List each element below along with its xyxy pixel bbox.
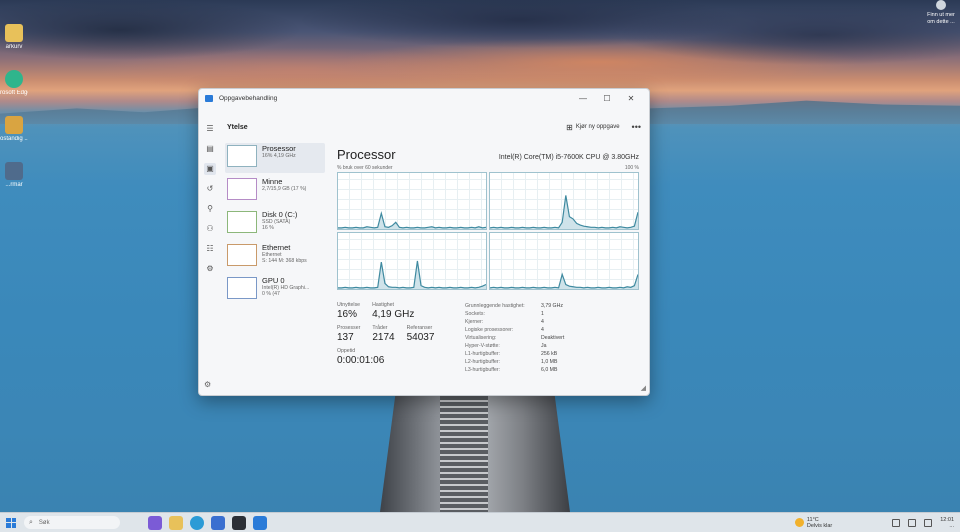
disk-thumbnail [227, 211, 257, 233]
cpu-core-graphs [337, 172, 639, 290]
spec-row: Grunnleggende hastighet: 3,79 GHz [465, 303, 563, 309]
search-icon: ⌕ [29, 518, 33, 526]
menu-icon[interactable]: ☰ [204, 123, 216, 135]
spec-row: L1-hurtigbuffer: 256 kB [465, 351, 558, 357]
resource-item-cpu[interactable]: Prosessor 16% 4,19 GHz [225, 143, 325, 173]
core-graph [489, 172, 639, 230]
toolbar: Ytelse ⊞ Kjør ny oppgave ••• [225, 119, 649, 135]
handles-stat: Referanser 54037 [406, 325, 435, 343]
edge-icon[interactable] [190, 515, 204, 530]
settings-icon[interactable]: ⚙ [204, 380, 211, 389]
desktop-icon-edge[interactable]: rosoft Edge [0, 70, 28, 110]
spec-row: Hyper-V-støtte: Ja [465, 343, 547, 349]
cpu-model: Intel(R) Core(TM) i5-7600K CPU @ 3.80GHz [498, 154, 639, 161]
resize-grip[interactable]: ◢ [641, 384, 646, 392]
notification-icon[interactable] [924, 518, 933, 527]
ethernet-thumbnail [227, 244, 257, 266]
services-icon[interactable]: ⚙ [204, 263, 216, 275]
processes-stat: Prosesser 137 [337, 325, 361, 343]
info-icon [936, 0, 946, 10]
resource-item-ethernet[interactable]: Ethernet Ethernet S: 144 M: 368 kbps [225, 242, 325, 272]
processor-panel: Processor Intel(R) Core(TM) i5-7600K CPU… [337, 147, 639, 387]
core-usage-area [338, 213, 486, 229]
folder-icon [5, 24, 23, 42]
utilization-stat: Utnyttelse 16% [337, 302, 361, 320]
resource-item-memory[interactable]: Minne 2,7/15,9 GB (17 %) [225, 176, 325, 206]
more-options-button[interactable]: ••• [632, 122, 641, 132]
task-manager-icon[interactable] [253, 515, 267, 530]
learn-more-widget[interactable]: Finn ut mer om dette ... [924, 0, 958, 26]
copilot-icon[interactable] [148, 515, 162, 530]
file-explorer-icon[interactable] [169, 515, 183, 530]
core-usage-line [338, 261, 486, 288]
new-task-icon: ⊞ [566, 122, 573, 132]
app-history-icon[interactable]: ↺ [204, 183, 216, 195]
desktop-icons: arkurv rosoft Edge ostandig ... ...rmar [0, 24, 28, 208]
core-graph [337, 232, 487, 290]
graph-axis-label: % bruk over 60 sekunder [337, 165, 393, 171]
graph-axis-max: 100 % [624, 165, 639, 171]
spec-row: Kjerner: 4 [465, 319, 544, 325]
run-new-task-button[interactable]: ⊞ Kjør ny oppgave [566, 123, 619, 132]
processes-icon[interactable]: ▤ [204, 143, 216, 155]
close-button[interactable]: ✕ [619, 94, 643, 103]
edge-icon [5, 70, 23, 88]
sun-icon [794, 518, 804, 527]
desktop-icon-app[interactable]: ostandig ... [0, 116, 28, 156]
threads-stat: Tråder 2174 [372, 325, 395, 343]
speed-stat: Hastighet 4,19 GHz [372, 302, 415, 320]
taskbar-search[interactable]: ⌕ Søk [24, 516, 120, 529]
uptime-stat: Oppetid 0:00:01:06 [337, 348, 385, 366]
resource-list: Prosessor 16% 4,19 GHz Minne 2,7/15,9 GB… [225, 143, 325, 308]
spec-row: Sockets: 1 [465, 311, 544, 317]
minimize-button[interactable]: — [571, 94, 595, 103]
users-icon[interactable]: ⚇ [204, 223, 216, 235]
cpu-specs: Grunnleggende hastighet: 3,79 GHz Sockets… [465, 302, 564, 374]
details-icon[interactable]: ☷ [204, 243, 216, 255]
performance-icon[interactable]: ▣ [204, 163, 216, 175]
core-usage-line [338, 213, 486, 228]
taskbar: ⌕ Søk 11°C Delvis klar 12:01 ... [0, 512, 960, 532]
resource-item-gpu[interactable]: GPU 0 Intel(R) HD Graphi... 0 % (47 [225, 275, 325, 305]
start-button[interactable] [6, 517, 16, 528]
nav-rail: ☰ ▤ ▣ ↺ ⚲ ⚇ ☷ ⚙ ⚙ [199, 123, 221, 395]
app-icon [5, 116, 23, 134]
store-icon[interactable] [211, 515, 225, 530]
spec-row: Virtualisering: Deaktivert [465, 335, 565, 341]
wallpaper-clouds [0, 0, 960, 95]
startup-icon[interactable]: ⚲ [204, 203, 216, 215]
terminal-icon[interactable] [232, 515, 246, 530]
spec-row: L2-hurtigbuffer: 1,0 MB [465, 359, 558, 365]
wallpaper-pier [380, 396, 570, 512]
core-graph [337, 172, 487, 230]
spec-row: L3-hurtigbuffer: 6,0 MB [465, 367, 558, 373]
memory-thumbnail [227, 178, 257, 200]
spec-row: Logiske prosessorer: 4 [465, 327, 544, 333]
resource-item-disk[interactable]: Disk 0 (C:) SSD (SATA) 16 % [225, 209, 325, 239]
desktop-icon-folder[interactable]: arkurv [0, 24, 28, 64]
task-manager-icon [205, 94, 213, 102]
clock[interactable]: 12:01 ... [940, 517, 954, 529]
task-manager-window: Oppgavebehandling — ☐ ✕ ☰ ▤ ▣ ↺ ⚲ ⚇ ☷ ⚙ … [198, 88, 650, 396]
maximize-button[interactable]: ☐ [595, 94, 619, 103]
gpu-thumbnail [227, 277, 257, 299]
core-usage-area [338, 261, 486, 289]
panel-title: Processor [337, 147, 396, 162]
cpu-thumbnail [227, 145, 257, 167]
volume-icon[interactable] [908, 518, 917, 527]
weather-widget[interactable]: 11°C Delvis klar [794, 517, 832, 529]
app-icon [5, 162, 23, 180]
window-title: Oppgavebehandling [219, 94, 278, 102]
title-bar[interactable]: Oppgavebehandling — ☐ ✕ [199, 89, 649, 107]
network-icon[interactable] [892, 518, 901, 527]
section-title: Ytelse [227, 123, 248, 131]
desktop-icon-app-2[interactable]: ...rmar [0, 162, 28, 202]
core-graph [489, 232, 639, 290]
